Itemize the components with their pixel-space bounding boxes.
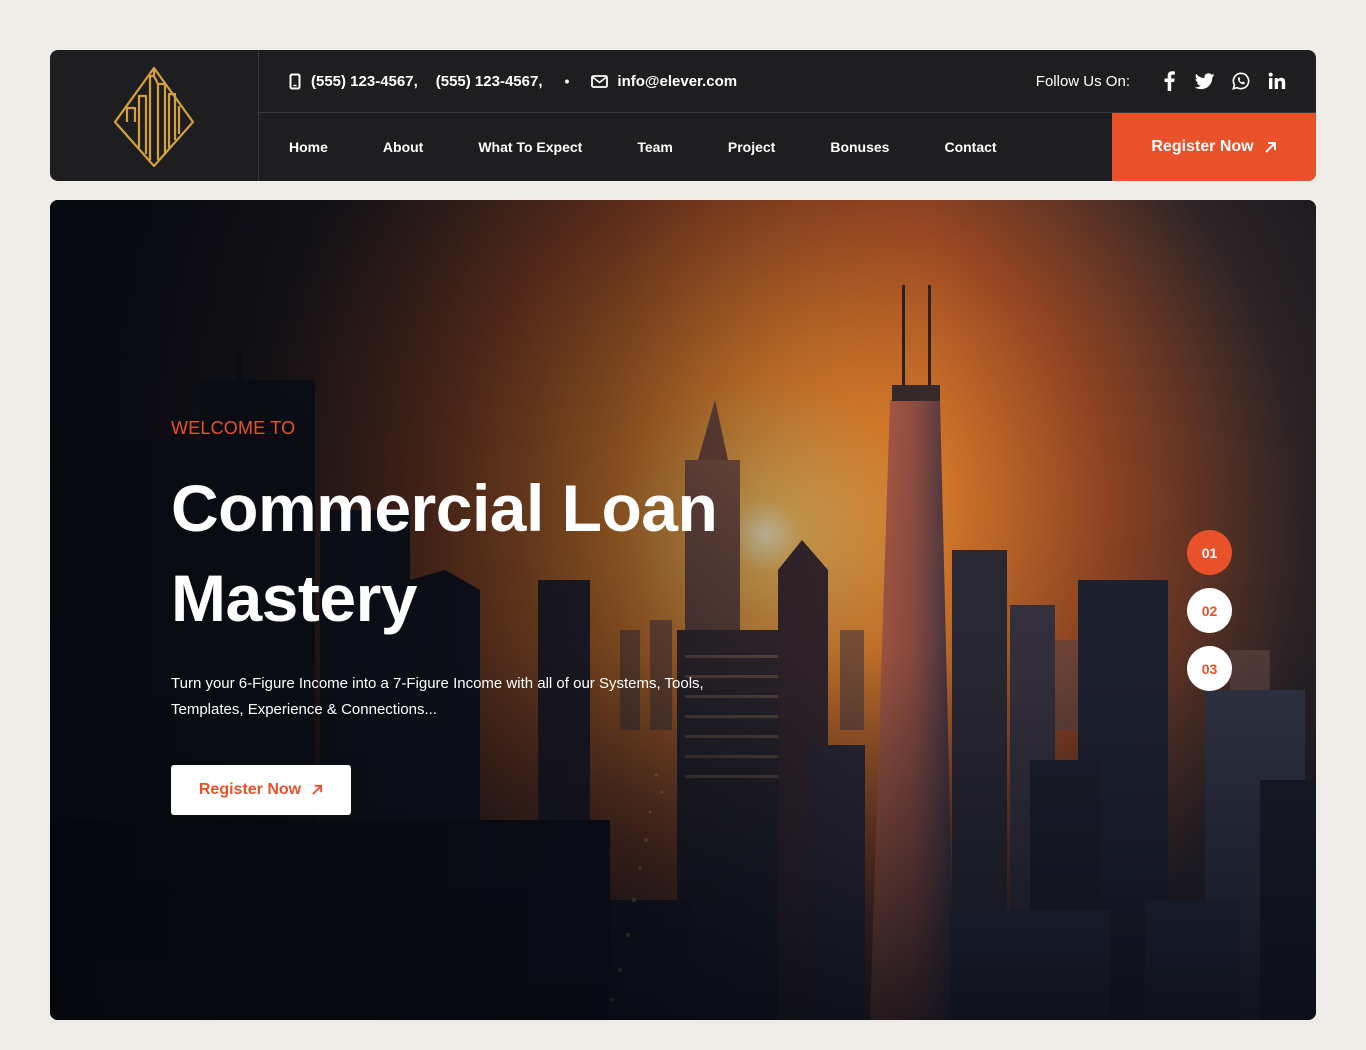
register-now-label: Register Now [1151, 138, 1254, 155]
arrow-up-right-icon [1264, 141, 1277, 154]
hero-content: WELCOME TO Commercial Loan Mastery Turn … [171, 418, 811, 815]
nav-about[interactable]: About [383, 139, 423, 155]
slide-dot-02[interactable]: 02 [1187, 588, 1232, 633]
contact-info: (555) 123-4567, (555) 123-4567, • info@e… [259, 73, 737, 90]
slide-pagination: 01 02 03 [1187, 530, 1232, 704]
nav-team[interactable]: Team [637, 139, 673, 155]
nav-contact[interactable]: Contact [944, 139, 996, 155]
site-header: (555) 123-4567, (555) 123-4567, • info@e… [50, 50, 1316, 181]
hero-section: WELCOME TO Commercial Loan Mastery Turn … [50, 200, 1316, 1020]
phone-number-2[interactable]: (555) 123-4567, [436, 73, 543, 90]
follow-label: Follow Us On: [1035, 72, 1130, 90]
facebook-icon[interactable] [1158, 70, 1180, 92]
nav-what-to-expect[interactable]: What To Expect [478, 139, 582, 155]
register-now-header-button[interactable]: Register Now [1112, 113, 1316, 181]
arrow-up-right-icon [311, 784, 323, 796]
phone-number-1[interactable]: (555) 123-4567, [311, 73, 418, 90]
register-now-hero-label: Register Now [198, 781, 302, 798]
email-link[interactable]: info@elever.com [617, 73, 737, 90]
hero-kicker: WELCOME TO [171, 418, 296, 438]
mail-icon [591, 74, 609, 88]
logo[interactable] [50, 50, 259, 181]
nav-bonuses[interactable]: Bonuses [830, 139, 889, 155]
hero-title-line-2: Mastery [171, 561, 417, 635]
register-now-hero-button[interactable]: Register Now [171, 765, 351, 815]
nav-home[interactable]: Home [289, 139, 328, 155]
hero-title: Commercial Loan Mastery [171, 463, 811, 643]
slide-dot-03[interactable]: 03 [1187, 646, 1232, 691]
nav-project[interactable]: Project [728, 139, 775, 155]
hero-title-line-1: Commercial Loan [171, 471, 718, 545]
social-links: Follow Us On: [1036, 70, 1288, 92]
linkedin-icon[interactable] [1266, 70, 1288, 92]
twitter-icon[interactable] [1194, 70, 1216, 92]
top-bar: (555) 123-4567, (555) 123-4567, • info@e… [259, 50, 1316, 113]
phone-icon [289, 73, 301, 90]
hero-description: Turn your 6-Figure Income into a 7-Figur… [171, 675, 704, 718]
separator-dot: • [564, 73, 570, 89]
building-logo-icon [113, 66, 195, 167]
slide-dot-01[interactable]: 01 [1187, 530, 1232, 575]
whatsapp-icon[interactable] [1230, 70, 1252, 92]
